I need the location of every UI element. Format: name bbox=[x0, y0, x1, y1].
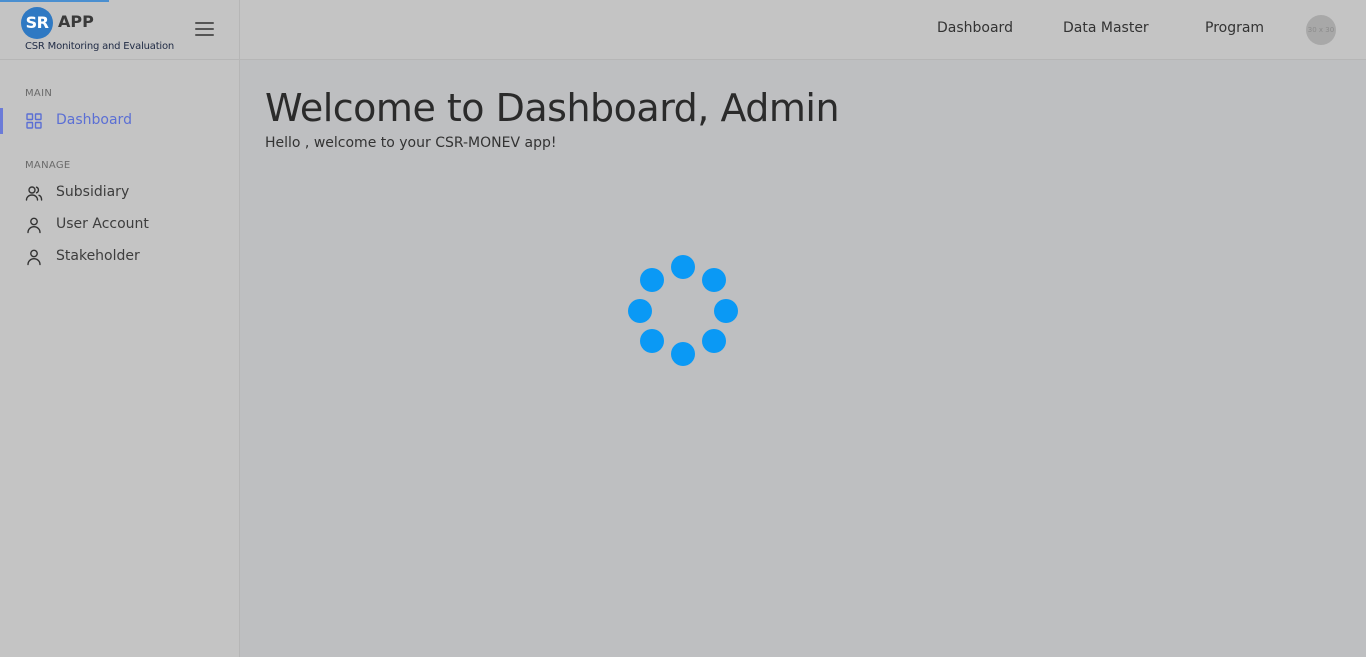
sidebar-item-label: User Account bbox=[56, 216, 149, 232]
sidebar-item-stakeholder[interactable]: Stakeholder bbox=[0, 244, 239, 270]
top-loading-bar bbox=[0, 0, 109, 2]
active-indicator bbox=[0, 108, 3, 134]
top-nav-dashboard[interactable]: Dashboard bbox=[937, 20, 1013, 36]
top-header: Dashboard Data Master Program 30 x 30 bbox=[240, 0, 1366, 60]
spinner-dot bbox=[702, 329, 726, 353]
menu-toggle-icon[interactable] bbox=[195, 22, 214, 36]
sidebar-item-subsidiary[interactable]: Subsidiary bbox=[0, 180, 239, 206]
grid-icon bbox=[26, 113, 42, 129]
sidebar-item-user-account[interactable]: User Account bbox=[0, 212, 239, 238]
loading-spinner bbox=[625, 255, 741, 371]
avatar[interactable]: 30 x 30 bbox=[1306, 15, 1336, 45]
top-nav-data-master[interactable]: Data Master bbox=[1063, 20, 1149, 36]
user-icon bbox=[27, 249, 41, 266]
sidebar-item-label: Dashboard bbox=[56, 112, 132, 128]
sidebar-item-dashboard[interactable]: Dashboard bbox=[0, 108, 239, 134]
spinner-dot bbox=[640, 268, 664, 292]
page-subtitle: Hello , welcome to your CSR-MONEV app! bbox=[265, 135, 557, 151]
user-icon bbox=[27, 217, 41, 234]
spinner-dot bbox=[671, 255, 695, 279]
top-nav-program[interactable]: Program bbox=[1205, 20, 1264, 36]
spinner-dot bbox=[714, 299, 738, 323]
brand-subtitle: CSR Monitoring and Evaluation bbox=[25, 41, 175, 52]
spinner-dot bbox=[671, 342, 695, 366]
spinner-dot bbox=[640, 329, 664, 353]
spinner-dot bbox=[628, 299, 652, 323]
sidebar: SR APP CSR Monitoring and Evaluation MAI… bbox=[0, 0, 240, 657]
section-label-manage: MANAGE bbox=[25, 160, 71, 171]
section-label-main: MAIN bbox=[25, 88, 53, 99]
logo-badge[interactable]: SR bbox=[21, 7, 53, 39]
spinner-dot bbox=[702, 268, 726, 292]
sidebar-item-label: Subsidiary bbox=[56, 184, 130, 200]
page-title: Welcome to Dashboard, Admin bbox=[265, 86, 840, 130]
sidebar-item-label: Stakeholder bbox=[56, 248, 140, 264]
brand: SR APP CSR Monitoring and Evaluation bbox=[0, 0, 239, 60]
users-icon bbox=[25, 186, 43, 201]
logo-app-name[interactable]: APP bbox=[58, 12, 94, 31]
